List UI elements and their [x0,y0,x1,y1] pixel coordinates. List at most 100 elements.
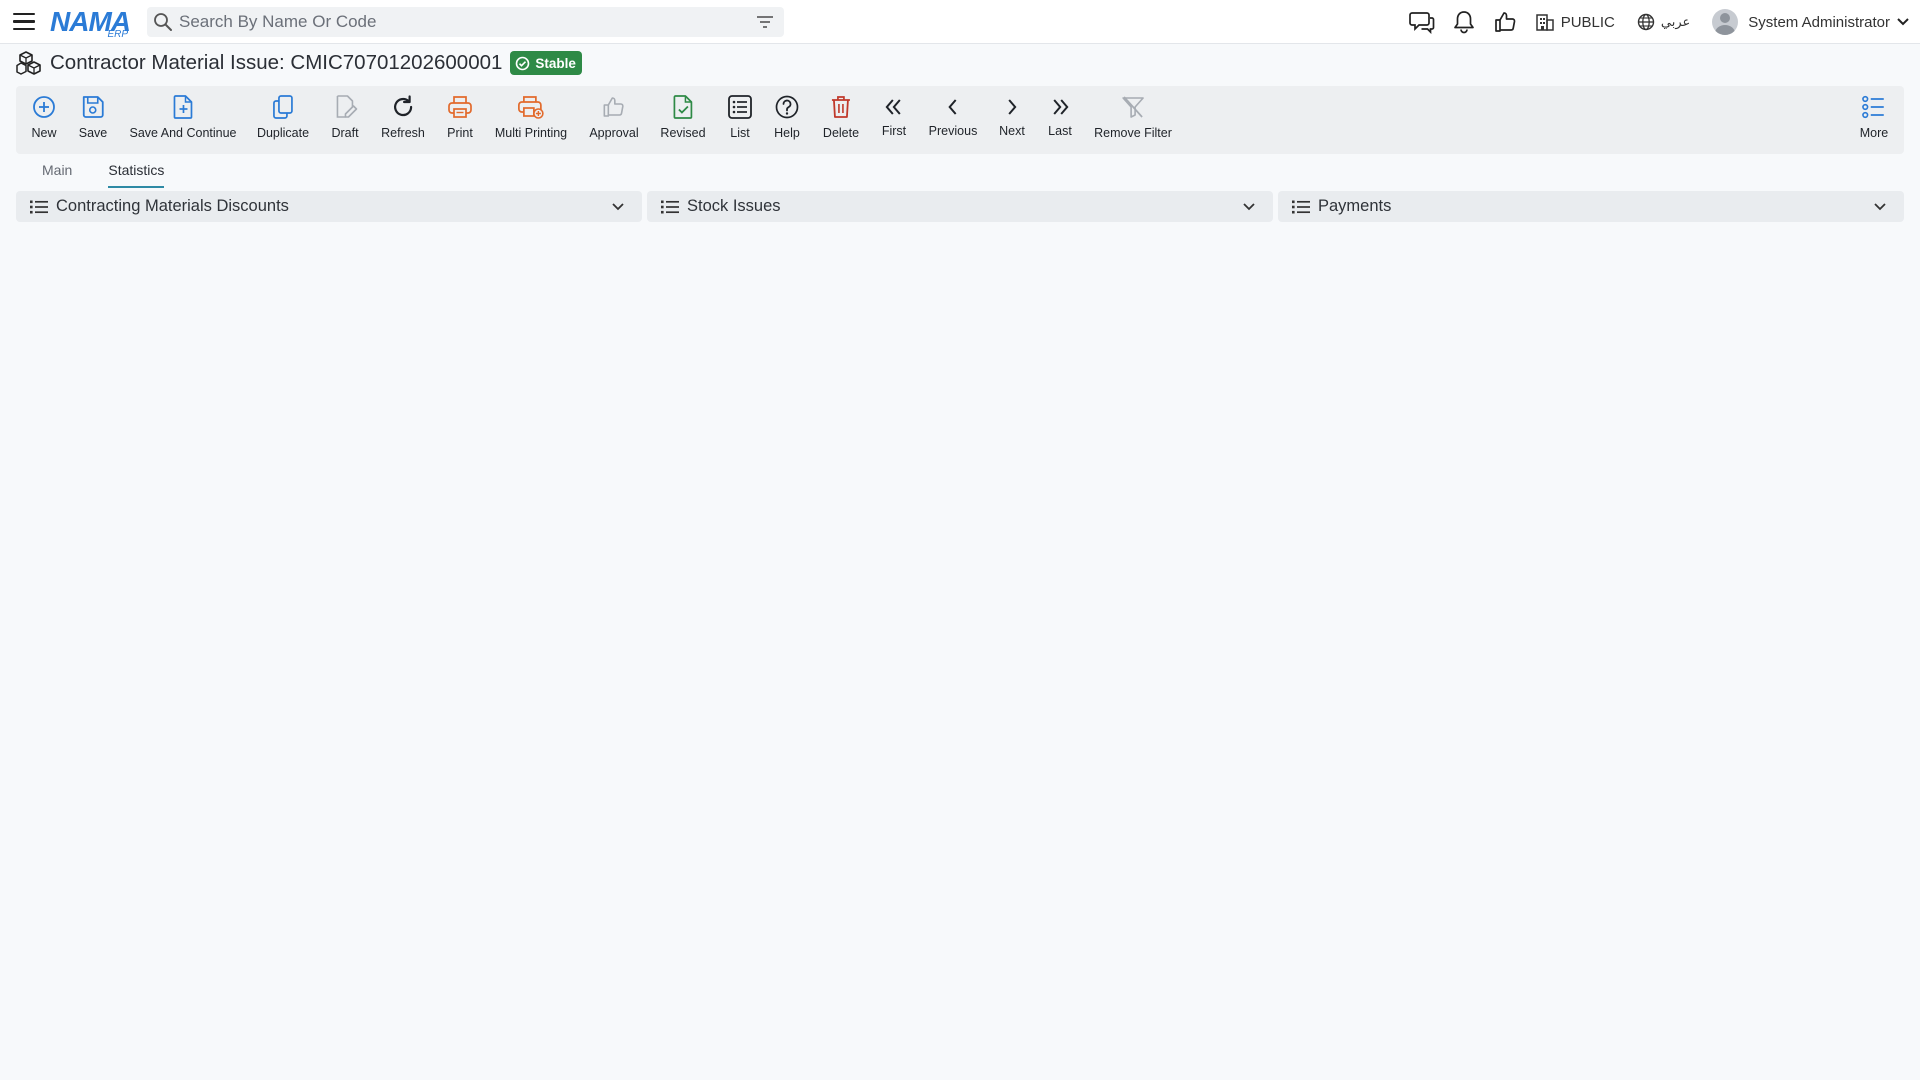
delete-label: Delete [822,126,860,140]
first-button[interactable]: First [882,94,906,138]
filter-off-icon [1122,96,1144,118]
new-button[interactable]: New [31,94,57,140]
language-label: عربي [1660,14,1691,30]
bell-icon[interactable] [1451,9,1477,35]
more-list-icon [1862,95,1884,119]
chevron-left-icon [948,99,957,115]
company-selector[interactable]: PUBLIC [1535,12,1615,32]
help-button[interactable]: Help [774,94,800,140]
approval-thumb-icon [603,97,624,117]
list-bullets-icon [661,200,679,213]
print-label: Print [447,126,473,140]
revised-button[interactable]: Revised [660,94,706,140]
previous-button[interactable]: Previous [928,94,978,138]
thumbs-up-icon[interactable] [1493,9,1519,35]
duplicate-button[interactable]: Duplicate [257,94,309,140]
list-bullets-icon [30,200,48,213]
save-and-continue-label: Save And Continue [129,126,237,140]
app-logo[interactable]: NAMA ERP [50,5,132,40]
help-label: Help [774,126,800,140]
draft-edit-icon [336,95,357,118]
topbar-actions: PUBLIC عربي System Administrator [1408,0,1920,44]
list-bullets-icon [1292,200,1310,213]
panel-contracting-materials-discounts[interactable]: Contracting Materials Discounts [16,191,642,222]
new-label: New [31,126,57,140]
chat-icon[interactable] [1408,9,1435,35]
next-button[interactable]: Next [999,94,1025,138]
approval-label: Approval [589,126,639,140]
search-input[interactable] [173,7,756,36]
help-question-icon [775,95,799,119]
check-circle-icon [516,56,530,70]
chevron-down-icon [1243,202,1255,210]
action-toolbar: New Save Save And Continue Duplicate Dra… [16,86,1904,154]
approval-button[interactable]: Approval [589,94,639,140]
panel-title: Contracting Materials Discounts [56,197,289,215]
building-icon [1535,14,1554,31]
list-icon [728,95,752,119]
filter-lines-icon[interactable] [756,15,774,29]
menu-hamburger-icon[interactable] [13,12,35,31]
last-button[interactable]: Last [1048,94,1072,138]
tab-statistics[interactable]: Statistics [108,160,165,188]
global-search [147,6,784,37]
refresh-button[interactable]: Refresh [381,94,425,140]
language-switcher[interactable]: عربي [1637,13,1690,31]
first-label: First [881,124,907,138]
panel-stock-issues[interactable]: Stock Issues [647,191,1273,222]
form-tabs: Main Statistics [16,160,174,188]
avatar [1712,9,1739,35]
trash-icon [831,96,850,118]
logo-subtext: ERP [107,28,128,40]
printer-icon [448,96,472,118]
next-label: Next [999,124,1025,138]
tab-main[interactable]: Main [42,160,72,188]
chevron-down-icon [1897,18,1909,26]
last-label: Last [1048,124,1072,138]
draft-button[interactable]: Draft [331,94,359,140]
draft-label: Draft [331,126,359,140]
chevron-down-icon [1874,202,1886,210]
panel-title: Payments [1318,197,1392,215]
file-plus-icon [173,95,192,119]
company-name: PUBLIC [1560,13,1615,31]
list-button[interactable]: List [727,94,753,140]
duplicate-label: Duplicate [256,126,310,140]
save-label: Save [78,126,108,140]
page-title: Contractor Material Issue: CMIC707012026… [50,51,503,74]
revised-label: Revised [660,126,706,140]
search-icon [154,12,172,31]
copy-icon [273,95,293,119]
more-label: More [1859,126,1889,140]
panel-payments[interactable]: Payments [1278,191,1904,222]
remove-filter-label: Remove Filter [1094,126,1172,140]
module-cube-icon [16,51,41,75]
user-menu[interactable]: System Administrator [1712,9,1910,35]
multi-printing-button[interactable]: Multi Printing [495,94,567,140]
refresh-icon [393,95,413,117]
double-chevron-right-icon [1053,99,1069,115]
page-header: Contractor Material Issue: CMIC707012026… [16,49,582,77]
more-button[interactable]: More [1860,94,1888,140]
delete-button[interactable]: Delete [823,94,859,140]
top-navigation-bar: NAMA ERP Search By Name Or Code PUBLIC ع… [0,0,1920,44]
list-label: List [730,126,750,140]
save-button[interactable]: Save [78,94,108,140]
print-button[interactable]: Print [447,94,473,140]
refresh-label: Refresh [381,126,425,140]
save-and-continue-button[interactable]: Save And Continue [129,94,237,140]
previous-label: Previous [928,124,978,138]
double-chevron-left-icon [885,99,901,115]
save-disk-icon [83,96,104,118]
globe-icon [1637,13,1655,31]
chevron-right-icon [1008,99,1017,115]
statistics-panels: Contracting Materials Discounts Stock Is… [16,191,1904,222]
status-badge: Stable [510,51,582,75]
user-name: System Administrator [1748,13,1890,31]
chevron-down-icon [612,202,624,210]
status-text: Stable [535,55,576,71]
multi-printing-label: Multi Printing [494,126,568,140]
file-check-icon [673,95,692,119]
remove-filter-button[interactable]: Remove Filter [1094,94,1172,140]
panel-title: Stock Issues [687,197,781,215]
